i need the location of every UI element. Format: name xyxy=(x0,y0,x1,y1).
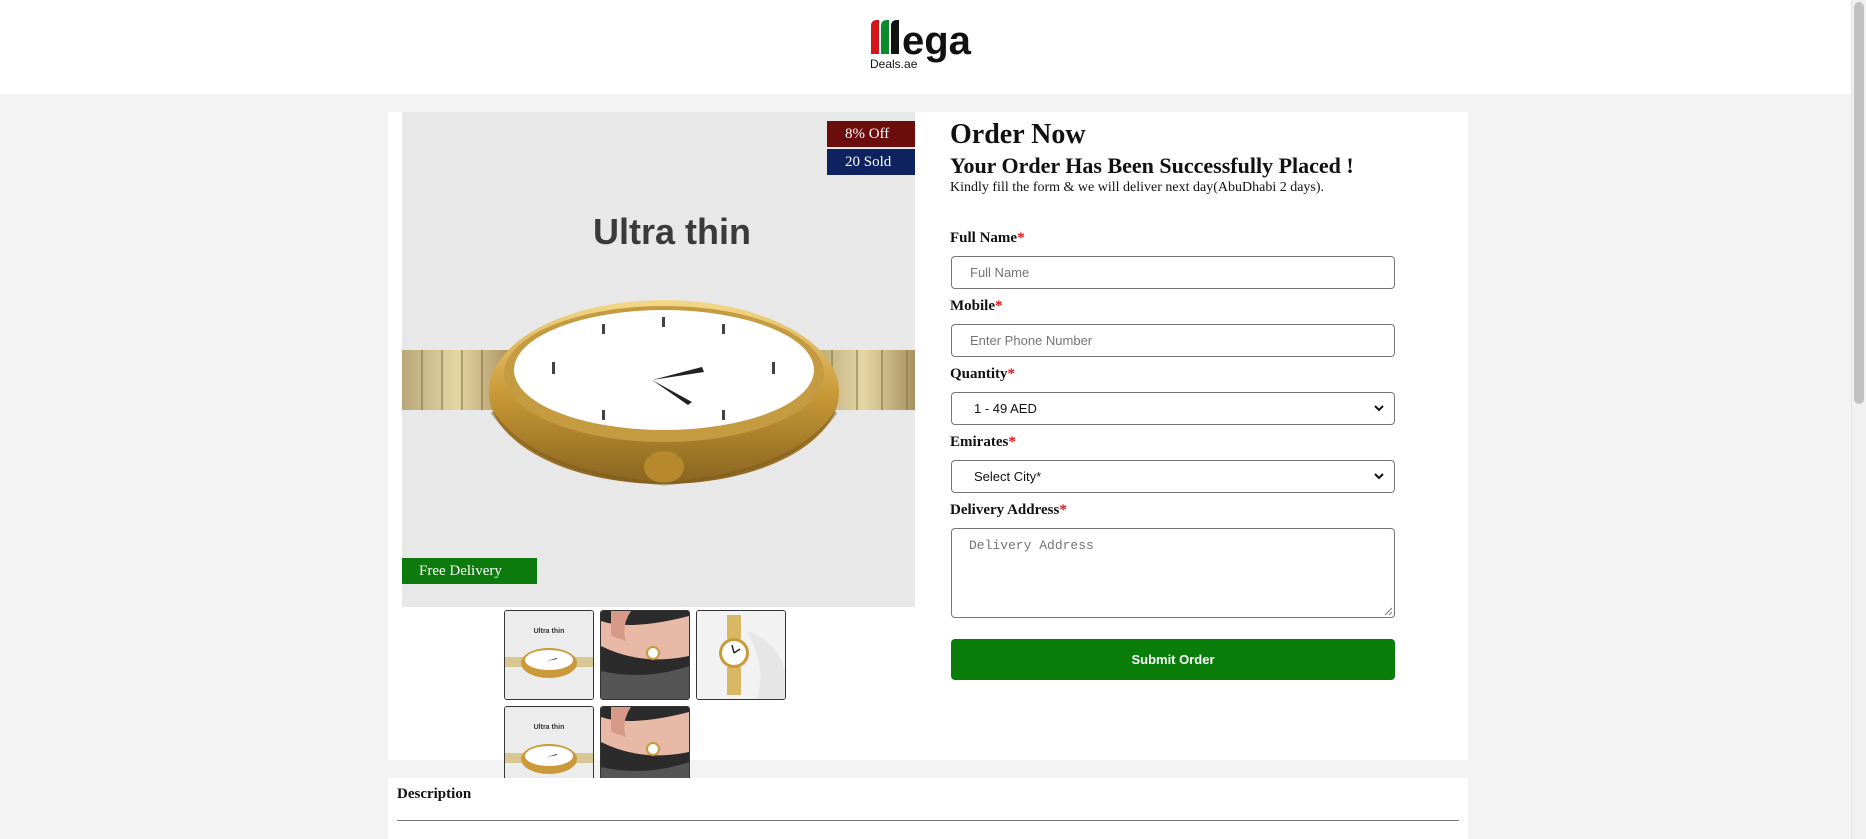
thumb-standing-watch-image xyxy=(697,611,785,699)
thumb-wrist-image xyxy=(601,707,689,779)
description-title: Description xyxy=(397,786,472,802)
watch-illustration: Ultra thin xyxy=(402,112,915,607)
thumbnail-4[interactable]: Ultra thin xyxy=(504,706,594,779)
required-asterisk: * xyxy=(1059,502,1067,518)
resize-handle-icon[interactable] xyxy=(1384,607,1392,615)
success-message: Your Order Has Been Successfully Placed … xyxy=(950,153,1354,178)
thumb-caption: Ultra thin xyxy=(534,628,565,635)
order-now-title: Order Now xyxy=(950,119,1086,150)
thumb-watch-image: Ultra thin xyxy=(505,611,593,699)
description-card xyxy=(388,778,1468,839)
thumbnail-2[interactable] xyxy=(600,610,690,700)
mobile-label: Mobile* xyxy=(950,298,1003,314)
quantity-select[interactable]: 1 - 49 AED xyxy=(951,392,1395,425)
scrollbar-thumb[interactable] xyxy=(1854,2,1864,404)
site-header: ega Deals.ae xyxy=(0,0,1866,94)
thumb-wrist-image xyxy=(601,611,689,699)
main-product-image[interactable]: Ultra thin xyxy=(402,112,915,607)
thumb-watch-image: Ultra thin xyxy=(505,707,593,779)
required-asterisk: * xyxy=(1008,434,1016,450)
discount-badge: 8% Off xyxy=(827,121,915,147)
quantity-label: Quantity* xyxy=(950,366,1016,382)
chevron-down-icon xyxy=(1374,473,1384,480)
sold-count-badge: 20 Sold xyxy=(827,149,915,175)
thumbnail-1[interactable]: Ultra thin xyxy=(504,610,594,700)
full-name-label: Full Name* xyxy=(950,230,1025,246)
thumb-caption: Ultra thin xyxy=(534,724,565,731)
description-divider xyxy=(397,820,1459,821)
mobile-input[interactable]: Enter Phone Number xyxy=(951,324,1395,357)
thumbnail-3[interactable] xyxy=(696,610,786,700)
full-name-input[interactable]: Full Name xyxy=(951,256,1395,289)
chevron-down-icon xyxy=(1374,405,1384,412)
megadeals-logo[interactable]: ega Deals.ae xyxy=(869,16,989,72)
address-label: Delivery Address* xyxy=(950,502,1067,518)
image-caption: Ultra thin xyxy=(593,211,751,252)
required-asterisk: * xyxy=(995,298,1003,314)
submit-order-button[interactable]: Submit Order xyxy=(951,639,1395,680)
delivery-note: Kindly fill the form & we will deliver n… xyxy=(950,180,1325,195)
logo-subtext: Deals.ae xyxy=(870,57,918,71)
delivery-address-textarea[interactable]: Delivery Address xyxy=(951,528,1395,618)
emirates-select[interactable]: Select City* xyxy=(951,460,1395,493)
required-asterisk: * xyxy=(1017,230,1025,246)
required-asterisk: * xyxy=(1007,366,1016,382)
free-delivery-badge: Free Delivery xyxy=(402,558,537,584)
thumbnail-5[interactable] xyxy=(600,706,690,779)
emirates-label: Emirates* xyxy=(950,434,1016,450)
logo-m-stripes-icon xyxy=(871,20,899,54)
page-scrollbar[interactable] xyxy=(1851,0,1866,839)
